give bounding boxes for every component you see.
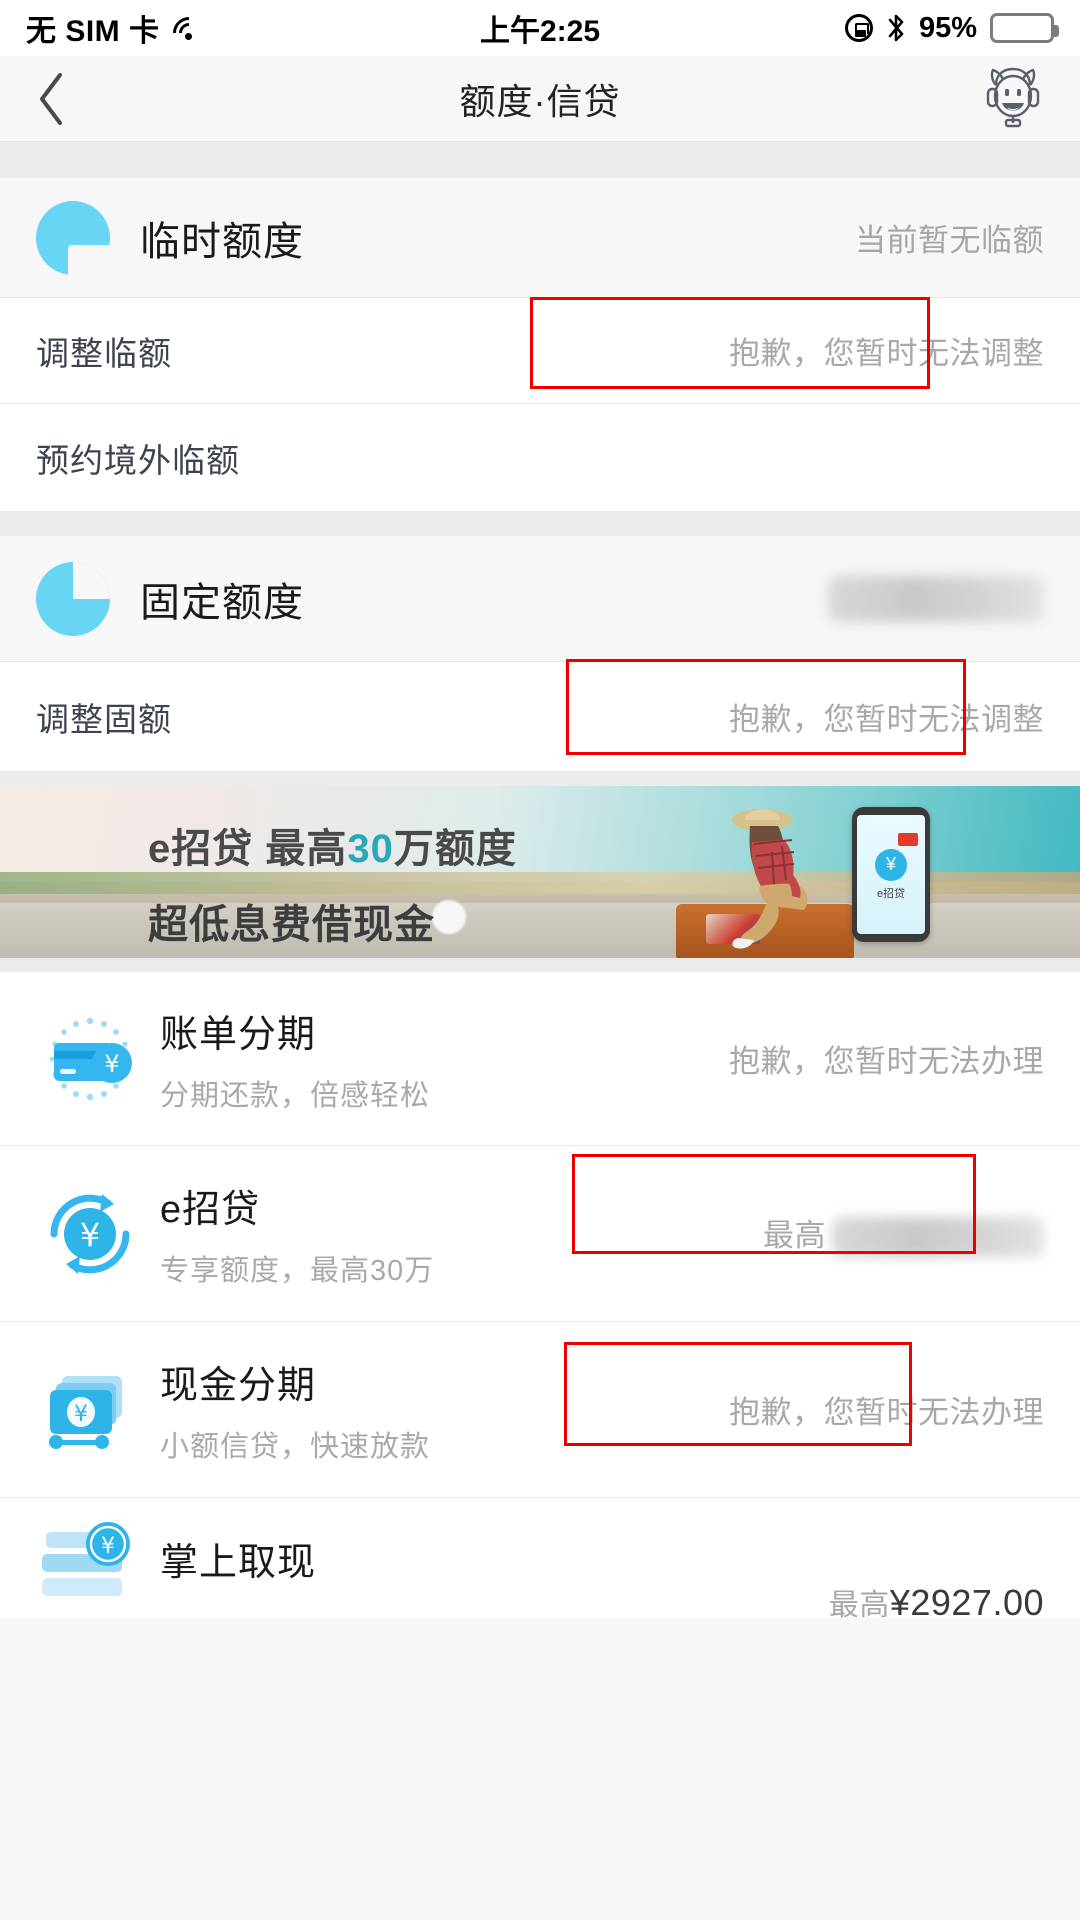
back-button[interactable] bbox=[34, 69, 88, 129]
product-value-prefix: 最高 bbox=[763, 1217, 826, 1253]
nav-bar: 额度·信贷 bbox=[0, 56, 1080, 142]
bluetooth-icon bbox=[886, 13, 906, 43]
section-gap bbox=[0, 772, 1080, 786]
battery-percent-label: 95% bbox=[918, 11, 977, 44]
banner-text-block: e招贷 最高30万额度 超低息费借现金 bbox=[148, 816, 517, 950]
app-screen: 无 SIM 卡 上午2:25 95% 额度·信贷 临时额度 当前暂无临额 调整临… bbox=[0, 0, 1080, 1920]
chevron-left-icon bbox=[34, 71, 68, 127]
svg-text:¥: ¥ bbox=[104, 1050, 119, 1078]
banner-line1-highlight: 30 bbox=[347, 827, 394, 871]
wifi-icon bbox=[165, 10, 212, 56]
banner-person-illustration bbox=[700, 800, 830, 950]
cash-installment-icon: ¥ bbox=[36, 1356, 144, 1464]
banner-line1-suffix: 万额度 bbox=[393, 827, 517, 871]
temporary-limit-header: 临时额度 当前暂无临额 bbox=[0, 178, 1080, 298]
row-label: 预约境外临额 bbox=[36, 441, 240, 479]
page-title: 额度·信贷 bbox=[459, 80, 621, 122]
svg-text:¥: ¥ bbox=[80, 1216, 100, 1254]
status-bar: 无 SIM 卡 上午2:25 95% bbox=[0, 0, 1080, 56]
section-gap bbox=[0, 142, 1080, 178]
svg-text:¥: ¥ bbox=[101, 1534, 115, 1559]
fixed-limit-title: 固定额度 bbox=[140, 580, 304, 625]
redacted-value bbox=[828, 575, 1044, 622]
product-subtitle: 分期还款，倍感轻松 bbox=[160, 1080, 431, 1112]
svg-text:¥: ¥ bbox=[74, 1402, 88, 1427]
product-subtitle: 小额信贷，快速放款 bbox=[160, 1431, 431, 1463]
temporary-limit-title: 临时额度 bbox=[140, 219, 304, 264]
status-bar-left: 无 SIM 卡 bbox=[26, 6, 212, 56]
banner-phone-label: e招贷 bbox=[876, 887, 906, 900]
product-subtitle: 专享额度，最高30万 bbox=[160, 1255, 435, 1287]
banner-phone-yen-icon: ¥ bbox=[875, 848, 907, 881]
product-value: 最高¥2927.00 bbox=[829, 1580, 1044, 1624]
banner-line1-prefix: e招贷 最高 bbox=[148, 827, 348, 871]
banner-line-2: 超低息费借现金 bbox=[148, 903, 435, 947]
battery-icon bbox=[990, 13, 1059, 43]
loan-refresh-icon: ¥ bbox=[36, 1180, 144, 1288]
product-row-cash-installment[interactable]: ¥ 现金分期 小额信贷，快速放款 抱歉，您暂时无法办理 bbox=[0, 1322, 1080, 1498]
product-title: 掌上取现 bbox=[160, 1541, 317, 1584]
row-adjust-temporary-limit[interactable]: 调整临额 抱歉，您暂时无法调整 bbox=[0, 297, 1080, 404]
mobile-cash-withdraw-icon: ¥ bbox=[36, 1518, 144, 1598]
product-title: e招贷 bbox=[160, 1189, 261, 1231]
row-value: 抱歉，您暂时无法调整 bbox=[729, 702, 1044, 737]
assistant-button[interactable] bbox=[980, 66, 1046, 132]
product-row-bill-installment[interactable]: ¥ 账单分期 分期还款，倍感轻松 抱歉，您暂时无法办理 bbox=[0, 972, 1080, 1146]
section-gap bbox=[0, 958, 1080, 972]
row-label: 调整固额 bbox=[36, 700, 172, 738]
row-label: 调整临额 bbox=[36, 334, 172, 372]
ezhaodai-promo-banner[interactable]: ¥ e招贷 e招贷 最高30万额度 超低息费借现金 bbox=[0, 786, 1080, 958]
product-value-prefix: 最高 bbox=[828, 1589, 890, 1622]
carrier-label: 无 SIM 卡 bbox=[26, 15, 160, 48]
pie-chart-icon bbox=[36, 200, 112, 277]
fixed-limit-header: 固定额度 bbox=[0, 536, 1080, 662]
temporary-limit-value: 当前暂无临额 bbox=[855, 223, 1044, 258]
product-row-mobile-cash-withdraw[interactable]: ¥ 掌上取现 最高¥2927.00 bbox=[0, 1498, 1080, 1623]
pie-chart-icon bbox=[36, 561, 110, 636]
redacted-value bbox=[832, 1217, 1044, 1258]
product-title: 账单分期 bbox=[160, 1014, 317, 1056]
product-value-amount: ¥2927.00 bbox=[889, 1582, 1044, 1623]
product-title: 现金分期 bbox=[160, 1365, 317, 1407]
product-row-ezhaodai[interactable]: ¥ e招贷 专享额度，最高30万 最高 bbox=[0, 1146, 1080, 1322]
product-value: 抱歉，您暂时无法办理 bbox=[729, 1395, 1044, 1430]
mascot-avatar-icon bbox=[982, 63, 1044, 134]
product-value: 最高 bbox=[763, 1210, 1044, 1258]
row-adjust-fixed-limit[interactable]: 调整固额 抱歉，您暂时无法调整 bbox=[0, 659, 1080, 772]
banner-phone-mockup: ¥ e招贷 bbox=[852, 807, 930, 942]
section-gap bbox=[0, 512, 1080, 536]
banner-line-1: e招贷 最高30万额度 bbox=[148, 816, 517, 874]
fixed-limit-value bbox=[828, 575, 1044, 622]
banner-phone-badge bbox=[898, 833, 918, 846]
product-value: 抱歉，您暂时无法办理 bbox=[729, 1044, 1044, 1079]
row-value: 抱歉，您暂时无法调整 bbox=[729, 336, 1044, 371]
status-bar-right: 95% bbox=[844, 11, 1059, 45]
rotation-lock-icon bbox=[844, 14, 873, 42]
row-reserve-overseas-temporary-limit[interactable]: 预约境外临额 bbox=[0, 404, 1080, 512]
credit-card-installment-icon: ¥ bbox=[36, 1005, 144, 1113]
